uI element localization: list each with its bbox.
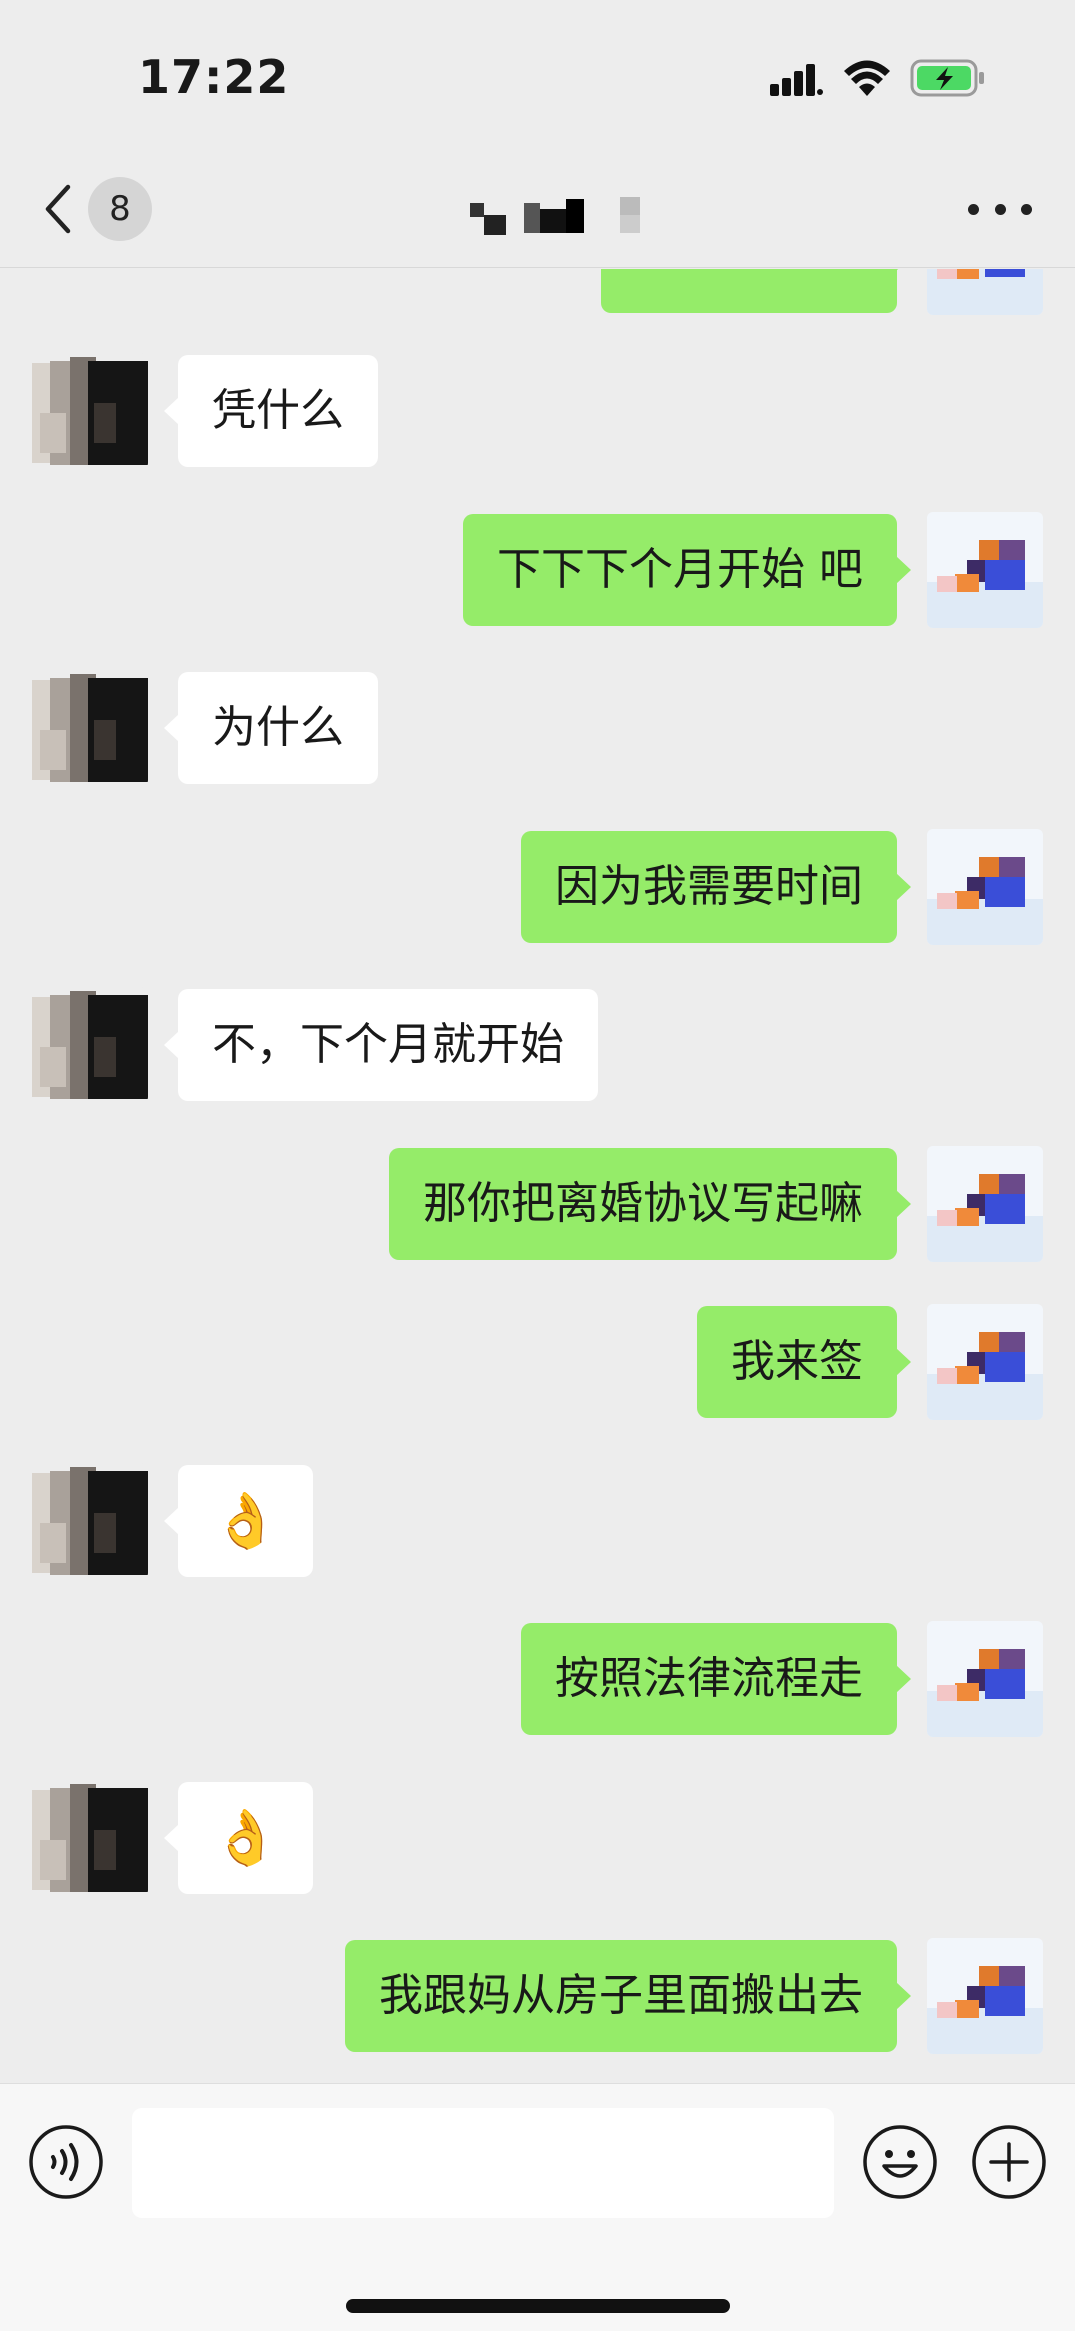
message-text: 凭什么 [212, 385, 344, 436]
home-indicator [346, 2299, 730, 2313]
sent-message-bubble[interactable] [601, 269, 911, 313]
sent-message-row: 因为我需要时间 [0, 829, 1075, 945]
emoji-icon[interactable] [862, 2124, 938, 2200]
sent-message-row: 那你把离婚协议写起嘛 [0, 1146, 1075, 1262]
message-text: 我跟妈从房子里面搬出去 [379, 1970, 863, 2021]
my-avatar[interactable] [927, 1146, 1043, 1262]
voice-icon[interactable] [28, 2124, 104, 2200]
sent-message-bubble[interactable]: 那你把离婚协议写起嘛 [389, 1148, 911, 1260]
status-time: 17:22 [138, 50, 290, 104]
input-bar [0, 2083, 1075, 2331]
contact-avatar[interactable] [32, 1463, 148, 1579]
received-message-bubble[interactable]: 👌 [163, 1782, 314, 1894]
received-message-bubble[interactable]: 不，下个月就开始 [164, 989, 598, 1101]
my-avatar[interactable] [927, 829, 1043, 945]
battery-charging-icon [910, 59, 984, 97]
plus-icon[interactable] [971, 2124, 1047, 2200]
my-avatar[interactable] [927, 1938, 1043, 2054]
cellular-signal-icon [770, 64, 823, 96]
sent-message-bubble[interactable]: 因为我需要时间 [521, 831, 911, 943]
back-button[interactable]: 8 [40, 174, 160, 244]
contact-avatar[interactable] [32, 353, 148, 469]
sent-message-row: 按照法律流程走 [0, 1621, 1075, 1737]
message-text: 因为我需要时间 [555, 861, 863, 912]
sent-message-bubble[interactable]: 我跟妈从房子里面搬出去 [345, 1940, 911, 2052]
message-text: 按照法律流程走 [555, 1653, 863, 1704]
message-text: 那你把离婚协议写起嘛 [423, 1178, 863, 1229]
received-message-row: 👌 [0, 1780, 1075, 1896]
chat-header: 8 [0, 150, 1075, 268]
message-input[interactable] [132, 2108, 834, 2218]
unread-count-badge: 8 [88, 177, 152, 241]
received-message-bubble[interactable]: 👌 [163, 1465, 314, 1577]
more-dots-icon [968, 203, 979, 215]
received-message-row: 凭什么 [0, 353, 1075, 469]
chat-title-pixelated [470, 197, 640, 235]
message-text: 下下下个月开始 吧 [497, 544, 863, 595]
sent-message-row: 下下下个月开始 吧 [0, 512, 1075, 628]
message-text: 为什么 [212, 702, 344, 753]
wifi-icon [844, 60, 890, 96]
received-message-bubble[interactable]: 为什么 [164, 672, 378, 784]
more-options-button[interactable] [968, 194, 1032, 224]
sent-message-bubble[interactable]: 下下下个月开始 吧 [463, 514, 911, 626]
message-text: 不，下个月就开始 [212, 1019, 564, 1070]
chevron-left-icon [45, 184, 71, 234]
message-text: 👌 [212, 1806, 280, 1869]
my-avatar[interactable] [927, 1621, 1043, 1737]
status-bar: 17:22 [0, 0, 1075, 150]
sent-message-row: 我来签 [0, 1304, 1075, 1420]
message-list[interactable]: 凭什么下下下个月开始 吧为什么因为我需要时间不，下个月就开始那你把离婚协议写起嘛… [0, 269, 1075, 2083]
received-message-row: 不，下个月就开始 [0, 987, 1075, 1103]
sent-message-row: 我跟妈从房子里面搬出去 [0, 1938, 1075, 2054]
received-message-row: 👌 [0, 1463, 1075, 1579]
sent-message-bubble[interactable]: 按照法律流程走 [521, 1623, 911, 1735]
contact-avatar[interactable] [32, 987, 148, 1103]
contact-avatar[interactable] [32, 1780, 148, 1896]
my-avatar[interactable] [927, 269, 1043, 315]
my-avatar[interactable] [927, 512, 1043, 628]
received-message-bubble[interactable]: 凭什么 [164, 355, 378, 467]
contact-avatar[interactable] [32, 670, 148, 786]
message-text: 👌 [212, 1489, 280, 1552]
sent-message-row [0, 269, 1075, 315]
sent-message-bubble[interactable]: 我来签 [697, 1306, 911, 1418]
my-avatar[interactable] [927, 1304, 1043, 1420]
received-message-row: 为什么 [0, 670, 1075, 786]
message-text: 我来签 [731, 1336, 863, 1387]
